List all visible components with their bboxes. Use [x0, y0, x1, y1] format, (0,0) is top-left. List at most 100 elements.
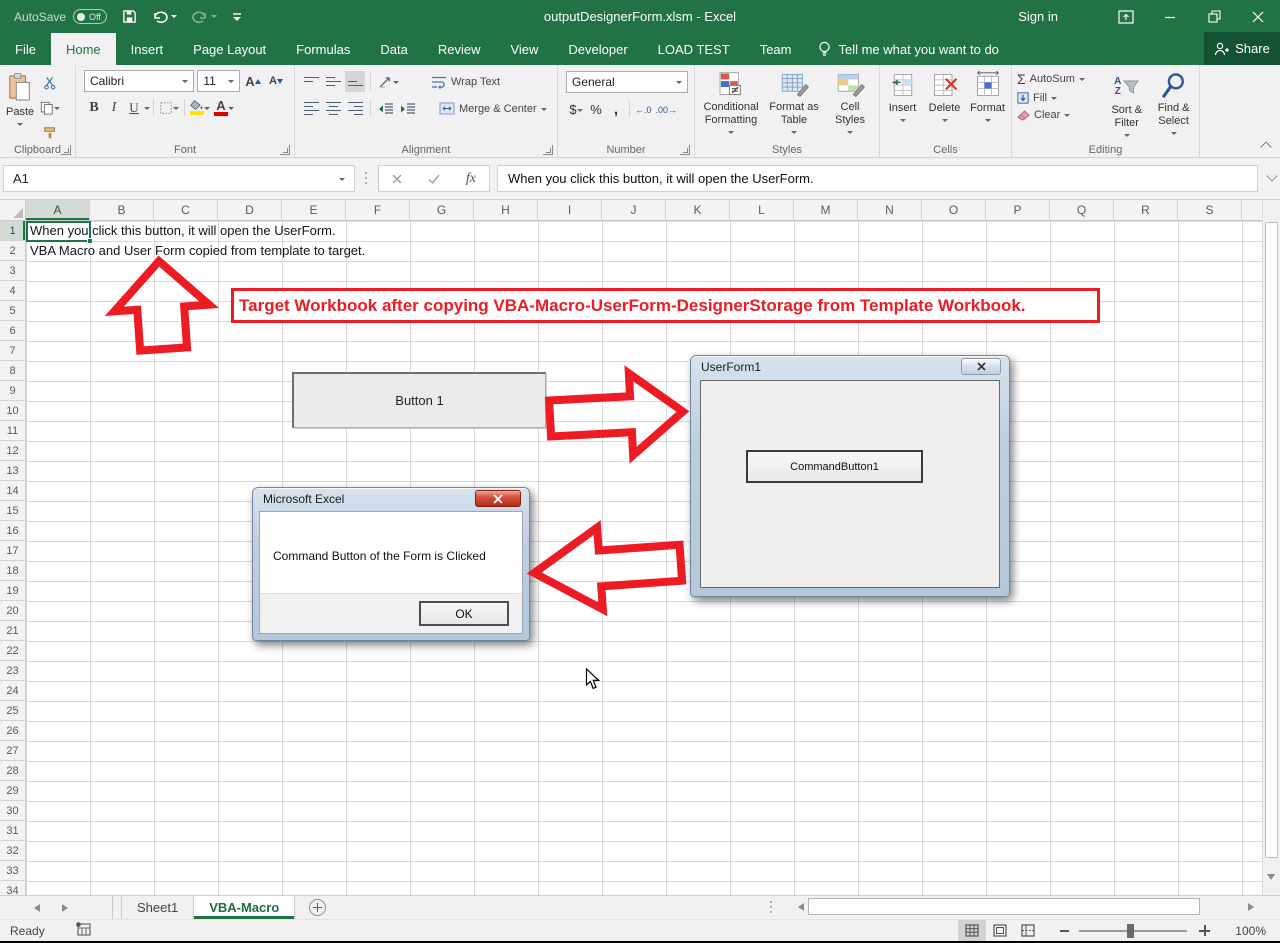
ribbon-tab[interactable]: Review	[423, 33, 496, 65]
column-header[interactable]: S	[1178, 200, 1242, 220]
row-header[interactable]: 3	[0, 261, 25, 281]
row-header[interactable]: 17	[0, 541, 25, 561]
scroll-up-icon[interactable]	[1267, 202, 1276, 229]
scroll-down-icon[interactable]	[1267, 874, 1276, 895]
format-painter-button[interactable]	[38, 122, 62, 143]
collapse-ribbon-button[interactable]	[1260, 141, 1272, 153]
row-header[interactable]: 28	[0, 761, 25, 781]
commandbutton1[interactable]: CommandButton1	[746, 450, 923, 483]
column-header[interactable]: N	[858, 200, 922, 220]
row-header[interactable]: 29	[0, 781, 25, 801]
vertical-scrollbar[interactable]	[1262, 200, 1280, 895]
row-header[interactable]: 24	[0, 681, 25, 701]
cancel-entry-icon[interactable]	[392, 173, 402, 184]
ribbon-tab[interactable]: Formulas	[281, 33, 365, 65]
column-header[interactable]: M	[794, 200, 858, 220]
font-name-combo[interactable]: Calibri	[84, 70, 195, 92]
sheet-tab[interactable]: Sheet1	[121, 896, 195, 919]
row-header[interactable]: 27	[0, 741, 25, 761]
middle-align-button[interactable]	[323, 71, 343, 92]
ribbon-display-options-button[interactable]	[1104, 0, 1148, 33]
horizontal-scrollbar[interactable]	[790, 898, 1262, 916]
undo-button[interactable]	[152, 10, 178, 24]
row-header[interactable]: 9	[0, 381, 25, 401]
msgbox-window[interactable]: Microsoft Excel Command Button of the Fo…	[252, 487, 530, 641]
currency-button[interactable]: $	[566, 99, 586, 120]
row-header[interactable]: 8	[0, 361, 25, 381]
expand-formula-bar-icon[interactable]	[1266, 170, 1278, 182]
insert-cells-button[interactable]: Insert	[882, 68, 923, 140]
column-header[interactable]: E	[282, 200, 346, 220]
save-button[interactable]	[122, 9, 137, 24]
view-page-layout-button[interactable]	[986, 920, 1014, 941]
format-as-table-button[interactable]: Format as Table	[764, 68, 824, 140]
row-header[interactable]: 30	[0, 801, 25, 821]
wrap-text-button[interactable]: Wrap Text	[428, 74, 503, 90]
column-header[interactable]: R	[1114, 200, 1178, 220]
close-window-button[interactable]	[1236, 0, 1280, 33]
decrease-decimal-button[interactable]: .00→	[654, 99, 680, 120]
row-header[interactable]: 23	[0, 661, 25, 681]
sort-filter-button[interactable]: AZ Sort & Filter	[1103, 70, 1150, 143]
column-header[interactable]: H	[474, 200, 538, 220]
row-header[interactable]: 7	[0, 341, 25, 361]
row-header[interactable]: 5	[0, 301, 25, 321]
scroll-left-icon[interactable]	[790, 898, 808, 915]
row-header[interactable]: 25	[0, 701, 25, 721]
row-header[interactable]: 31	[0, 821, 25, 841]
row-header[interactable]: 11	[0, 421, 25, 441]
autosum-button[interactable]: Σ AutoSum	[1014, 70, 1103, 88]
row-header[interactable]: 15	[0, 501, 25, 521]
row-header[interactable]: 12	[0, 441, 25, 461]
font-size-combo[interactable]: 11	[197, 70, 240, 92]
ribbon-tab[interactable]: Page Layout	[178, 33, 281, 65]
column-header[interactable]: J	[602, 200, 666, 220]
decrease-indent-button[interactable]	[376, 98, 396, 119]
ribbon-tab[interactable]: Home	[50, 33, 116, 65]
tell-me-box[interactable]: Tell me what you want to do	[806, 33, 1010, 65]
sign-in-button[interactable]: Sign in	[1018, 9, 1058, 24]
percent-button[interactable]: %	[586, 99, 606, 120]
clear-button[interactable]: Clear	[1014, 108, 1103, 122]
confirm-entry-icon[interactable]	[428, 174, 440, 184]
copy-button[interactable]	[38, 97, 62, 118]
clipboard-dialog-launcher[interactable]	[61, 145, 71, 155]
row-header[interactable]: 14	[0, 481, 25, 501]
increase-decimal-button[interactable]: ←.0	[633, 99, 654, 120]
column-header[interactable]: I	[538, 200, 602, 220]
column-header[interactable]: F	[346, 200, 410, 220]
horizontal-scrollbar-thumb[interactable]	[808, 898, 1200, 915]
row-header[interactable]: 4	[0, 281, 25, 301]
align-left-button[interactable]	[301, 98, 321, 119]
share-button[interactable]: Share	[1204, 32, 1280, 65]
ribbon-tab[interactable]: LOAD TEST	[643, 33, 745, 65]
ok-button[interactable]: OK	[419, 601, 509, 626]
msgbox-close-button[interactable]	[475, 490, 521, 507]
row-header[interactable]: 20	[0, 601, 25, 621]
name-box[interactable]: A1	[3, 165, 355, 192]
fill-color-button[interactable]	[188, 97, 212, 118]
cell-styles-button[interactable]: Cell Styles	[824, 68, 876, 140]
number-dialog-launcher[interactable]	[680, 145, 690, 155]
row-header[interactable]: 19	[0, 581, 25, 601]
autosave-toggle[interactable]: AutoSave Off	[14, 9, 108, 24]
column-header[interactable]: G	[410, 200, 474, 220]
delete-cells-button[interactable]: Delete	[923, 68, 966, 140]
formula-input[interactable]: When you click this button, it will open…	[497, 165, 1258, 192]
row-header[interactable]: 21	[0, 621, 25, 641]
orientation-button[interactable]	[376, 71, 401, 92]
ribbon-tab[interactable]: Insert	[116, 33, 179, 65]
row-header[interactable]: 1	[0, 221, 25, 241]
add-sheet-button[interactable]	[309, 899, 327, 916]
increase-indent-button[interactable]	[398, 98, 418, 119]
comma-button[interactable]: ,	[606, 99, 626, 120]
restore-button[interactable]	[1192, 0, 1236, 33]
userform-close-button[interactable]	[961, 358, 1001, 375]
form-control-button-1[interactable]: Button 1	[292, 372, 546, 428]
zoom-in-button[interactable]	[1199, 925, 1210, 936]
column-header[interactable]: Q	[1050, 200, 1114, 220]
minimize-button[interactable]	[1148, 0, 1192, 33]
customize-qat-button[interactable]	[232, 11, 242, 23]
ribbon-tab[interactable]: Team	[745, 33, 807, 65]
worksheet-grid[interactable]: ABCDEFGHIJKLMNOPQRS 1 2 3 4 5 6 7 8 9 10 11 12 13 14 1…	[0, 200, 1280, 895]
